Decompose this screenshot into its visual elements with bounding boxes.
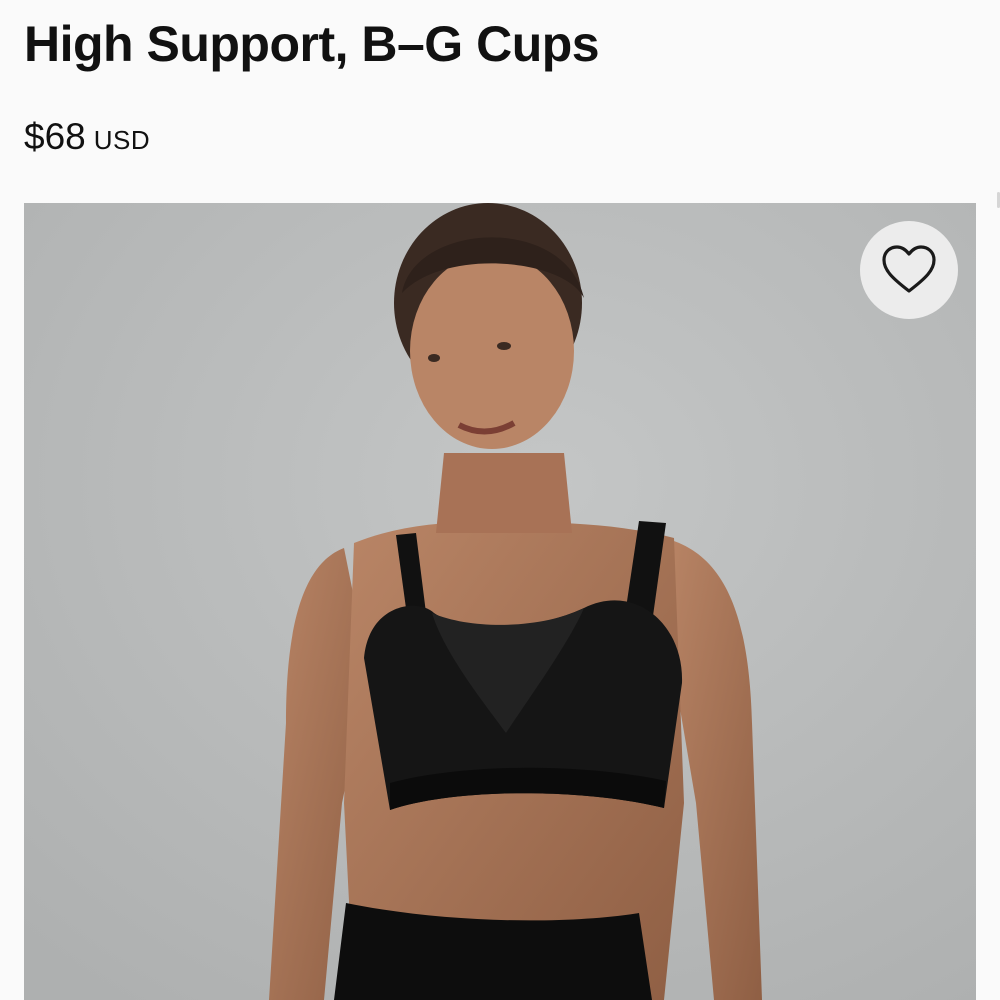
- product-detail-page: High Support, B–G Cups $68 USD: [0, 0, 1000, 1000]
- product-title: High Support, B–G Cups: [24, 16, 600, 72]
- heart-outline-icon: [882, 245, 936, 293]
- price: $68 USD: [24, 116, 150, 158]
- product-image[interactable]: [24, 203, 976, 1000]
- photo-icon: [24, 203, 976, 1000]
- price-amount: $68: [24, 116, 86, 157]
- price-currency: USD: [93, 125, 151, 155]
- wishlist-button[interactable]: [860, 221, 958, 319]
